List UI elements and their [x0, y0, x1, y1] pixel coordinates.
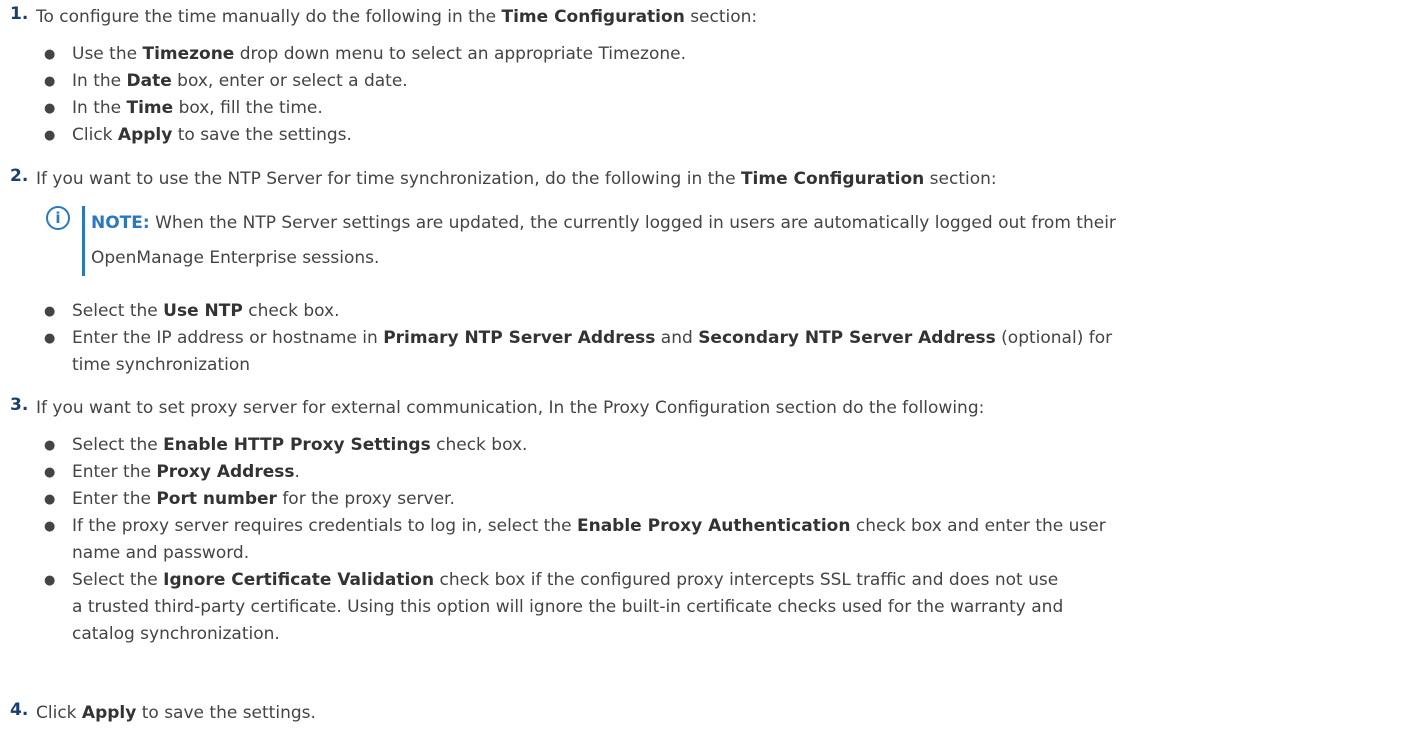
list-item: In the Time box, fill the time. [72, 98, 323, 118]
list-item: Enter the Proxy Address. [72, 462, 300, 482]
step-text: If you want to use the NTP Server for ti… [36, 169, 997, 189]
bullet-glyph: ● [44, 465, 56, 480]
note-box: i NOTE: When the NTP Server settings are… [46, 206, 1406, 286]
note-text: NOTE: When the NTP Server settings are u… [91, 213, 1116, 268]
step-number: 4. [10, 700, 29, 720]
list-item: Select the Use NTP check box. [72, 301, 340, 321]
list-item: In the Date box, enter or select a date. [72, 71, 408, 91]
note-label: NOTE: [91, 213, 150, 233]
bullet-glyph: ● [44, 128, 56, 143]
bullet-glyph: ● [44, 331, 56, 346]
list-item: Select the Ignore Certificate Validation… [72, 570, 1064, 644]
bullet-glyph: ● [44, 519, 56, 534]
list-item: If the proxy server requires credentials… [72, 516, 1106, 563]
bullet-glyph: ● [44, 74, 56, 89]
bullet-glyph: ● [44, 438, 56, 453]
list-item: Click Apply to save the settings. [72, 125, 352, 145]
bullet-glyph: ● [44, 304, 56, 319]
bullet-glyph: ● [44, 101, 56, 116]
bullet-glyph: ● [44, 492, 56, 507]
step-text: If you want to set proxy server for exte… [36, 398, 985, 418]
bullet-glyph: ● [44, 47, 56, 62]
list-item: Enter the Port number for the proxy serv… [72, 489, 455, 509]
step-number: 2. [10, 166, 29, 186]
document-page: 1. To configure the time manually do the… [0, 0, 1416, 738]
step-text: Click Apply to save the settings. [36, 703, 316, 723]
step-number: 3. [10, 395, 29, 415]
list-item: Select the Enable HTTP Proxy Settings ch… [72, 435, 528, 455]
list-item: Enter the IP address or hostname in Prim… [72, 328, 1113, 375]
step-text: To configure the time manually do the fo… [36, 7, 758, 27]
bullet-glyph: ● [44, 573, 56, 588]
info-icon: i [46, 206, 70, 230]
step-number: 1. [10, 4, 29, 24]
note-divider [82, 206, 85, 276]
list-item: Use the Timezone drop down menu to selec… [72, 44, 687, 64]
